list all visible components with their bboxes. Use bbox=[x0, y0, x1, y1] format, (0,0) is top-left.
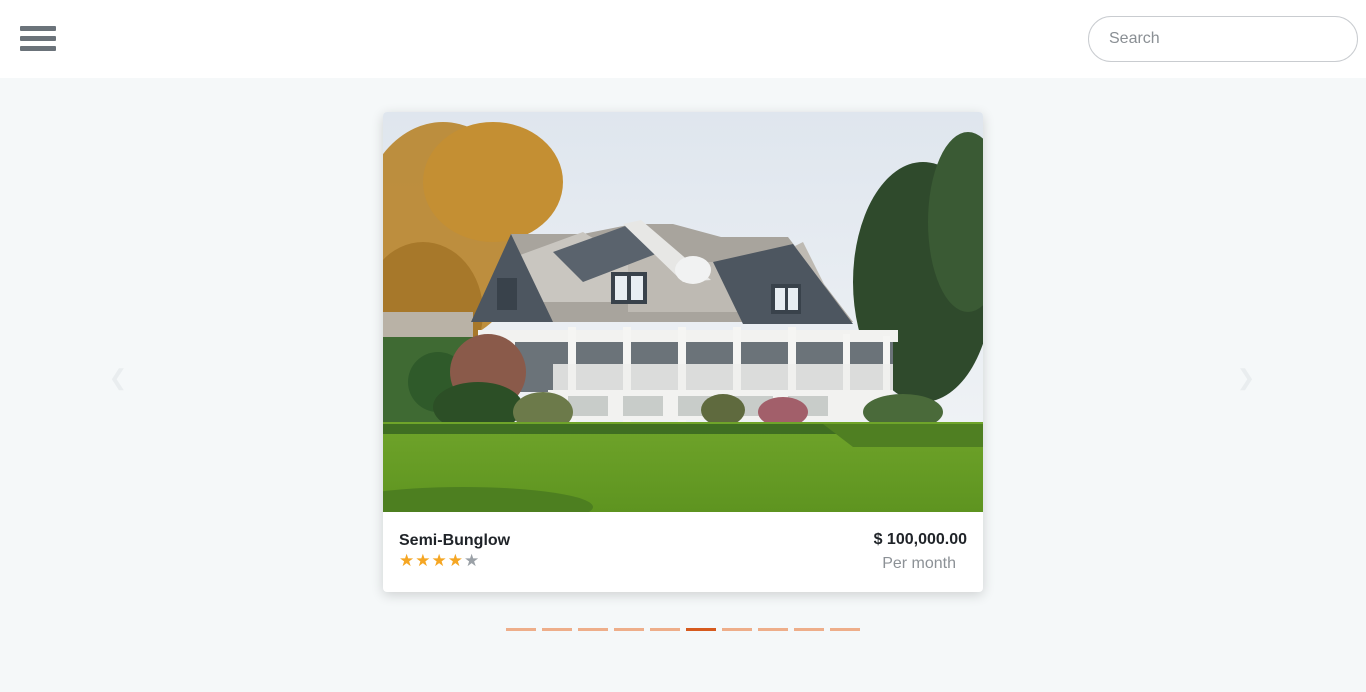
carousel-indicator[interactable] bbox=[578, 628, 608, 631]
star-icon: ★ bbox=[464, 551, 480, 570]
star-icon: ★ bbox=[415, 551, 431, 570]
carousel-indicator[interactable] bbox=[506, 628, 536, 631]
search-input[interactable] bbox=[1088, 16, 1358, 62]
price-period: Per month bbox=[882, 555, 956, 572]
carousel-indicator[interactable] bbox=[650, 628, 680, 631]
top-bar bbox=[0, 0, 1366, 78]
house-photo bbox=[383, 112, 983, 512]
listing-price: $ 100,000.00 bbox=[873, 531, 967, 548]
carousel-indicator[interactable] bbox=[758, 628, 788, 631]
carousel-indicator[interactable] bbox=[614, 628, 644, 631]
carousel-indicator[interactable] bbox=[542, 628, 572, 631]
listing-title: Semi-Bunglow bbox=[399, 532, 511, 549]
star-icon: ★ bbox=[399, 551, 415, 570]
rating-stars: ★ ★ ★ ★ ★ bbox=[399, 552, 479, 570]
star-icon: ★ bbox=[431, 551, 447, 570]
star-icon: ★ bbox=[447, 551, 463, 570]
carousel-indicators bbox=[506, 628, 860, 631]
carousel-indicator-active[interactable] bbox=[686, 628, 716, 631]
carousel-indicator[interactable] bbox=[794, 628, 824, 631]
chevron-right-icon[interactable]: ❯ bbox=[1236, 366, 1256, 390]
listing-details: Semi-Bunglow ★ ★ ★ ★ ★ $ 100,000.00 Per mont… bbox=[383, 512, 983, 592]
carousel-indicator[interactable] bbox=[722, 628, 752, 631]
hamburger-menu-icon[interactable] bbox=[20, 26, 56, 56]
carousel-indicator[interactable] bbox=[830, 628, 860, 631]
chevron-left-icon[interactable]: ❮ bbox=[108, 366, 128, 390]
listing-card[interactable]: Semi-Bunglow ★ ★ ★ ★ ★ $ 100,000.00 Per mont… bbox=[383, 112, 983, 592]
